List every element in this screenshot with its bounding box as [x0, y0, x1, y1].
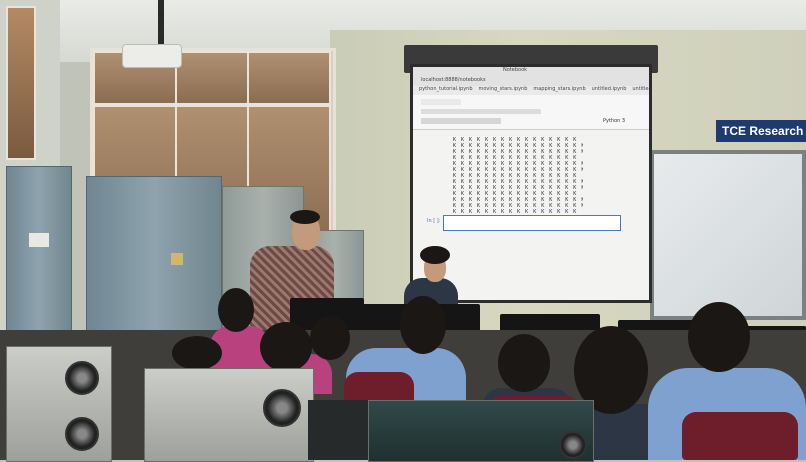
presenter-hair — [290, 210, 320, 224]
bookmark-item: python_tutorial.ipynb — [419, 86, 473, 92]
fan-icon — [65, 361, 99, 395]
student-head — [218, 288, 254, 332]
notebook-toolbar: Python 3 — [413, 95, 649, 130]
cabinet-label — [29, 233, 49, 247]
bookmark-item: moving_stars.ipynb — [478, 86, 528, 92]
desktop-cpu — [6, 346, 112, 462]
bookmark-item: mapping_stars.ipynb — [533, 86, 586, 92]
desktop-cpu — [308, 400, 372, 460]
output-pattern: K K K K K K K K K K K K K K K K K K K K … — [453, 137, 583, 213]
cell-prompt: In [ ]: — [427, 218, 441, 224]
projection-screen: Notebook localhost:8888/notebooks python… — [410, 64, 652, 303]
menu-bar — [421, 109, 541, 114]
fan-icon — [263, 389, 301, 427]
side-window — [6, 6, 36, 160]
student-head — [310, 316, 350, 360]
cell-toolbar — [421, 118, 501, 124]
bookmark-item: untitled.ipynb — [632, 86, 649, 92]
browser-title: Notebook — [503, 67, 528, 73]
student-head — [688, 302, 750, 372]
projector — [122, 44, 182, 68]
whiteboard — [650, 150, 806, 320]
steel-cabinet — [6, 166, 72, 350]
chair — [682, 412, 798, 460]
classroom-photo: TCE Research L Notebook localhost:8888/n… — [0, 0, 806, 462]
student-head — [498, 334, 550, 392]
glass-pane — [247, 51, 331, 105]
desktop-cpu — [144, 368, 314, 462]
lab-sign: TCE Research L — [716, 120, 806, 142]
glass-pane — [175, 51, 249, 105]
student-head — [172, 336, 222, 370]
fan-icon — [65, 417, 99, 451]
notebook-logo — [421, 99, 461, 105]
desktop-cpu — [368, 400, 594, 462]
student-head — [260, 322, 312, 372]
student-head — [400, 296, 446, 354]
bookmark-item: untitled.ipynb — [591, 86, 627, 92]
cabinet-lock — [171, 253, 183, 265]
fan-icon — [559, 431, 587, 459]
code-input-cell — [443, 215, 621, 231]
kernel-indicator: Python 3 — [603, 118, 626, 124]
address-bar: localhost:8888/notebooks — [421, 77, 486, 83]
projector-mount — [158, 0, 164, 46]
presenter-hair — [420, 246, 450, 264]
